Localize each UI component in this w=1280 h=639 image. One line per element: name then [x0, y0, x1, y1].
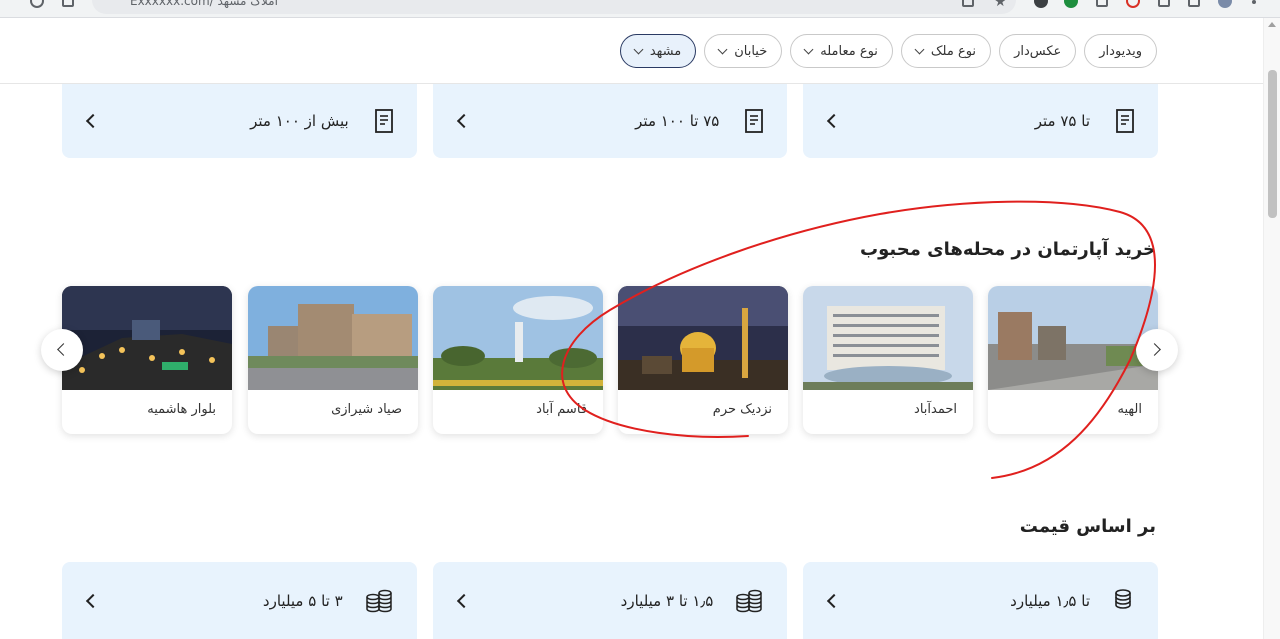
document-icon — [374, 109, 393, 133]
neighborhood-name: صیاد شیرازی — [331, 402, 402, 417]
chevron-down-icon — [717, 44, 728, 54]
bookmark-star-icon[interactable]: ★ — [994, 0, 1007, 10]
chevron-left-icon — [57, 343, 70, 356]
filter-chip-with-video[interactable]: ویدیودار — [1084, 34, 1157, 68]
menu-icon[interactable] — [1252, 0, 1256, 4]
area-card-row: تا ۷۵ متر ۷۵ تا ۱۰۰ متر بیش از ۱۰۰ متر — [61, 84, 1158, 158]
extension-icon[interactable] — [1158, 0, 1170, 7]
neighborhood-photo — [618, 286, 788, 390]
price-section-title: بر اساس قیمت — [1019, 516, 1156, 537]
price-card[interactable]: ۱٫۵ تا ۳ میلیارد — [432, 562, 788, 639]
extension-icon[interactable] — [1126, 0, 1140, 8]
chevron-left-icon — [827, 593, 842, 608]
chevron-right-icon — [1148, 343, 1161, 356]
area-card-label: بیش از ۱۰۰ متر — [250, 112, 349, 130]
neighborhood-name: احمدآباد — [914, 402, 957, 417]
filter-chip-city[interactable]: مشهد — [619, 34, 697, 68]
neighborhoods-title: خرید آپارتمان در محله‌های محبوب — [860, 239, 1156, 260]
neighborhood-card[interactable]: قاسم آباد — [433, 286, 603, 434]
neighborhood-name: قاسم آباد — [536, 402, 587, 417]
chip-label: نوع ملک — [930, 43, 977, 59]
neighborhood-name: بلوار هاشمیه — [147, 402, 216, 417]
neighborhood-name: نزدیک حرم — [712, 402, 772, 417]
coins-icon — [365, 589, 392, 612]
chevron-left-icon — [456, 593, 471, 608]
scrollbar-thumb[interactable] — [1268, 70, 1277, 218]
neighborhood-card[interactable]: احمدآباد — [803, 286, 973, 434]
price-card[interactable]: تا ۱٫۵ میلیارد — [803, 562, 1158, 639]
area-card-label: ۷۵ تا ۱۰۰ متر — [635, 112, 720, 130]
price-card[interactable]: ۳ تا ۵ میلیارد — [61, 562, 417, 639]
neighborhood-card[interactable]: صیاد شیرازی — [248, 286, 418, 434]
chevron-down-icon — [914, 44, 925, 54]
chevron-left-icon — [85, 113, 101, 129]
neighborhood-carousel: الهیه احمدآباد نزدیک حرم قاسم آباد صیاد … — [62, 286, 1158, 436]
filter-chip-with-photo[interactable]: عکس‌دار — [999, 34, 1077, 68]
filter-chip-deal-type[interactable]: نوع معامله — [790, 34, 893, 68]
price-card-row: تا ۱٫۵ میلیارد ۱٫۵ تا ۳ میلیارد ۳ تا ۵ م… — [61, 562, 1158, 639]
address-text: Exxxxxx.com/ املاک مشهد — [130, 0, 278, 8]
chevron-left-icon — [456, 113, 471, 129]
chevron-down-icon — [803, 44, 814, 54]
chip-label: نوع معامله — [820, 43, 878, 59]
filter-chip-street[interactable]: خیابان — [704, 34, 783, 68]
area-card[interactable]: تا ۷۵ متر — [803, 84, 1158, 158]
neighborhood-photo — [988, 286, 1158, 390]
neighborhood-photo — [433, 286, 603, 390]
chip-label: خیابان — [734, 43, 768, 59]
install-icon[interactable] — [962, 0, 974, 7]
chevron-left-icon — [85, 593, 101, 608]
page-scrollbar[interactable] — [1263, 18, 1280, 639]
price-card-label: ۱٫۵ تا ۳ میلیارد — [620, 591, 714, 610]
chevron-left-icon — [827, 113, 842, 129]
price-card-label: تا ۱٫۵ میلیارد — [1010, 591, 1090, 610]
reload-icon[interactable] — [30, 0, 44, 8]
coins-icon — [1115, 588, 1131, 609]
extension-icon[interactable] — [1034, 0, 1048, 8]
coins-icon — [736, 589, 763, 612]
area-card[interactable]: ۷۵ تا ۱۰۰ متر — [432, 84, 788, 158]
neighborhood-photo — [62, 286, 232, 390]
extension-icon[interactable] — [1096, 0, 1108, 7]
filter-chip-property-type[interactable]: نوع ملک — [900, 34, 992, 68]
extension-icon[interactable] — [1064, 0, 1078, 8]
neighborhood-card[interactable]: نزدیک حرم — [618, 286, 788, 434]
home-icon[interactable] — [62, 0, 74, 7]
document-icon — [1116, 109, 1134, 133]
chip-label: مشهد — [649, 43, 682, 59]
browser-toolbar: Exxxxxx.com/ املاک مشهد ★ — [0, 0, 1280, 18]
price-card-label: ۳ تا ۵ میلیارد — [262, 591, 343, 610]
carousel-prev-button[interactable] — [41, 329, 83, 371]
scroll-up-arrow-icon[interactable] — [1268, 22, 1276, 27]
area-card-label: تا ۷۵ متر — [1034, 112, 1090, 130]
carousel-next-button[interactable] — [1136, 329, 1178, 371]
profile-avatar[interactable] — [1218, 0, 1232, 8]
neighborhood-photo — [803, 286, 973, 390]
neighborhood-photo — [248, 286, 418, 390]
filter-bar: مشهد خیابان نوع معامله نوع ملک عکس‌دار و… — [0, 18, 1263, 84]
chip-label: ویدیودار — [1099, 43, 1142, 59]
chip-label: عکس‌دار — [1014, 43, 1062, 59]
neighborhood-card[interactable]: الهیه — [988, 286, 1158, 434]
neighborhood-card[interactable]: بلوار هاشمیه — [62, 286, 232, 434]
filter-chips: مشهد خیابان نوع معامله نوع ملک عکس‌دار و… — [619, 34, 1157, 68]
neighborhood-name: الهیه — [1117, 402, 1142, 417]
chevron-down-icon — [633, 44, 644, 54]
extensions-puzzle-icon[interactable] — [1188, 0, 1200, 7]
area-card[interactable]: بیش از ۱۰۰ متر — [61, 84, 417, 158]
document-icon — [745, 109, 764, 133]
